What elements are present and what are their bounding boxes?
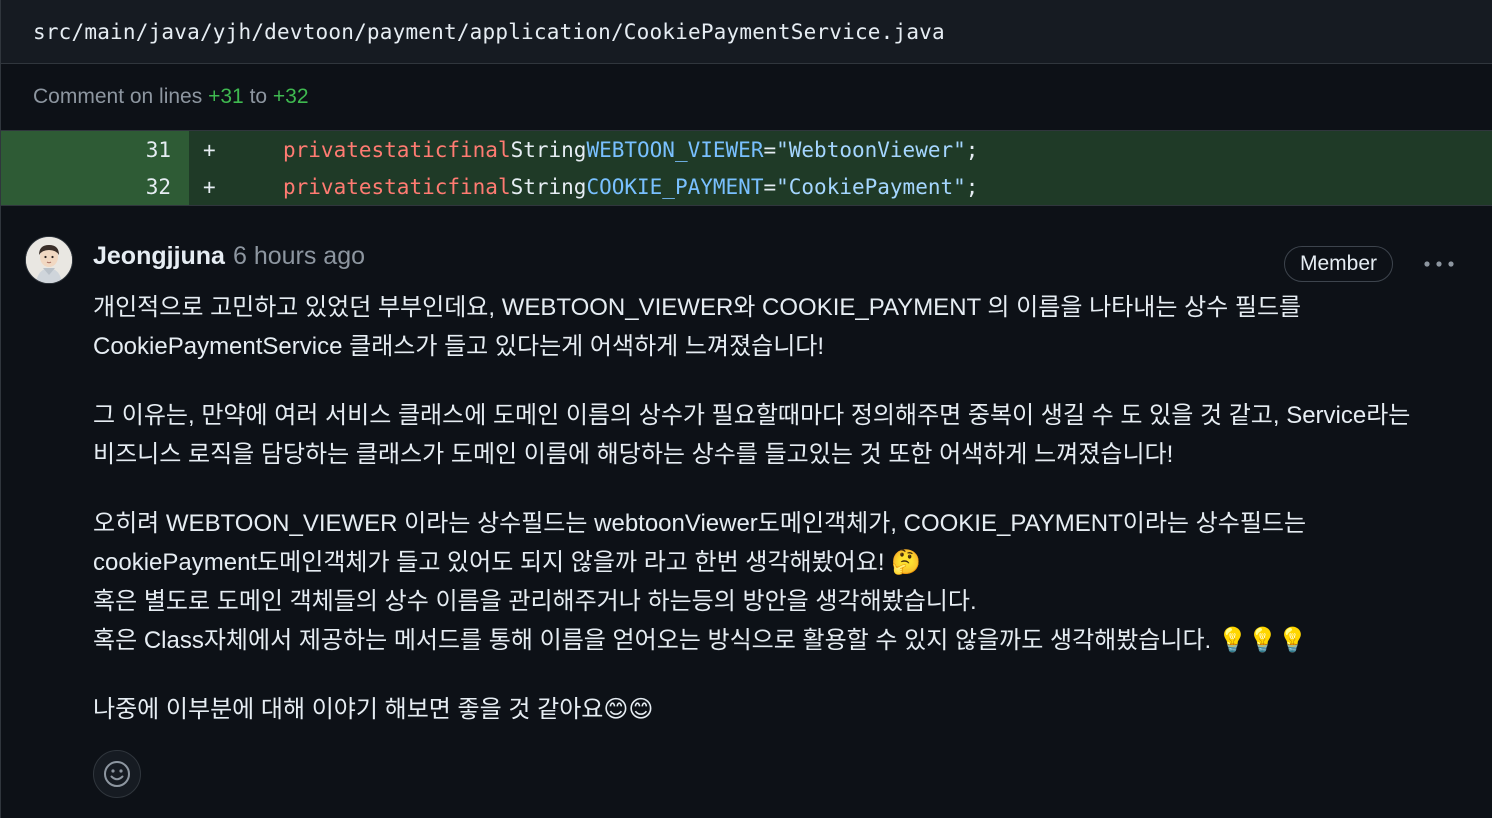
code-operator: = [763,137,777,162]
smiley-icon [104,761,130,787]
avatar-image [26,237,72,283]
comment-paragraph: 오히려 WEBTOON_VIEWER 이라는 상수필드는 webtoonView… [93,504,1473,660]
review-comment-thread: src/main/java/yjh/devtoon/payment/applic… [0,0,1492,818]
file-path[interactable]: src/main/java/yjh/devtoon/payment/applic… [33,20,945,44]
file-header: src/main/java/yjh/devtoon/payment/applic… [1,0,1492,64]
comment-paragraph: 그 이유는, 만약에 여러 서비스 클래스에 도메인 이름의 상수가 필요할때마… [93,396,1473,474]
comment-line: 혹은 Class자체에서 제공하는 메서드를 통해 이름을 얻어오는 방식으로 … [93,627,1308,654]
add-reaction-button[interactable] [93,750,141,798]
comment-line: 개인적으로 고민하고 있었던 부부인데요, WEBTOON_VIEWER와 CO… [93,294,1302,321]
role-badge: Member [1284,246,1394,282]
code-constant: WEBTOON_VIEWER [586,137,764,162]
comment-body: 개인적으로 고민하고 있었던 부부인데요, WEBTOON_VIEWER와 CO… [93,288,1473,759]
code-type: String [510,137,587,162]
code-keyword: static [371,137,448,162]
comment-range-start: +31 [208,85,244,108]
line-number[interactable]: 31 [1,131,189,168]
line-number[interactable]: 32 [1,168,189,205]
comment-line: 비즈니스 로직을 담당하는 클래스가 도메인 이름에 해당하는 상수를 들고있는… [93,441,1174,468]
kebab-horizontal-icon [1424,261,1454,267]
code-terminator: ; [965,174,979,199]
comment-line: 혹은 별도로 도메인 객체들의 상수 이름을 관리해주거나 하는등의 방안을 생… [93,588,977,615]
added-marker: + [203,174,216,199]
code-string: "WebtoonViewer" [776,137,966,162]
comment-range-label: Comment on lines +31 to +32 [1,64,1492,130]
diff-line: 32 + private static final String COOKIE_P… [1,168,1492,205]
code-terminator: ; [965,137,979,162]
code-keyword: private [283,174,372,199]
diff-line: 31 + private static final String WEBTOON_… [1,131,1492,168]
author-name[interactable]: Jeongjjuna [93,242,225,271]
code-keyword: private [283,137,372,162]
comment-header: Jeongjjuna 6 hours ago [93,242,365,271]
code-line: + private static final String COOKIE_PAYM… [189,168,1492,205]
code-keyword: static [371,174,448,199]
comment-line: 오히려 WEBTOON_VIEWER 이라는 상수필드는 webtoonView… [93,510,1307,537]
comment-range-mid: to [249,85,268,108]
added-marker: + [203,137,216,162]
avatar[interactable] [25,236,73,284]
code-line: + private static final String WEBTOON_VIE… [189,131,1492,168]
diff-snippet: 31 + private static final String WEBTOON_… [1,130,1492,206]
comment-line: cookiePayment도메인객체가 들고 있어도 되지 않을까 라고 한번 … [93,549,922,576]
comment-range-end: +32 [272,85,309,108]
comment-line: 나중에 이부분에 대해 이야기 해보면 좋을 것 같아요😊😊 [93,696,654,723]
comment-line: 그 이유는, 만약에 여러 서비스 클래스에 도메인 이름의 상수가 필요할때마… [93,402,1411,429]
code-string: "CookiePayment" [776,174,966,199]
code-keyword: final [447,137,511,162]
comment-paragraph: 나중에 이부분에 대해 이야기 해보면 좋을 것 같아요😊😊 [93,690,1473,729]
comment-range-prefix: Comment on lines [33,85,203,108]
comment-line: CookiePaymentService 클래스가 들고 있다는게 어색하게 느… [93,333,825,360]
comment-options-button[interactable] [1421,250,1457,278]
code-operator: = [763,174,777,199]
code-constant: COOKIE_PAYMENT [586,174,764,199]
code-keyword: final [447,174,511,199]
comment-timestamp[interactable]: 6 hours ago [233,242,365,271]
comment-paragraph: 개인적으로 고민하고 있었던 부부인데요, WEBTOON_VIEWER와 CO… [93,288,1473,366]
code-type: String [510,174,587,199]
